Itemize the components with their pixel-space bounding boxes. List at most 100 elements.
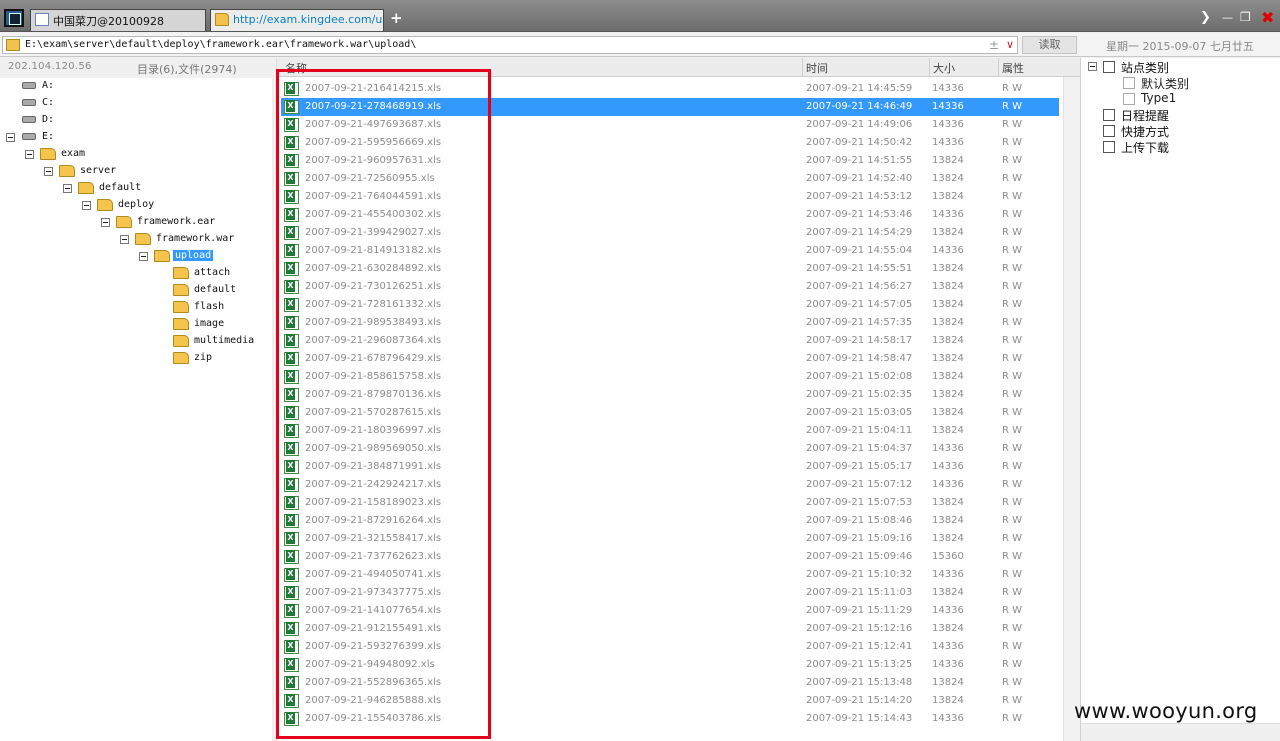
file-row[interactable]: 2007-09-21-737762623.xls 2007-09-21 15:09… xyxy=(281,548,1059,566)
collapse-toggle-icon[interactable] xyxy=(6,133,15,142)
chevron-right-icon[interactable]: ❯ xyxy=(1200,10,1211,25)
plus-minus-icon[interactable]: ± xyxy=(989,38,999,52)
excel-file-icon xyxy=(284,586,299,600)
close-icon[interactable]: ✖ xyxy=(1261,8,1274,27)
excel-file-icon xyxy=(284,154,299,168)
file-row[interactable]: 2007-09-21-989569050.xls 2007-09-21 15:04… xyxy=(281,440,1059,458)
file-row[interactable]: 2007-09-21-384871991.xls 2007-09-21 15:05… xyxy=(281,458,1059,476)
file-row[interactable]: 2007-09-21-989538493.xls 2007-09-21 14:57… xyxy=(281,314,1059,332)
path-input[interactable]: E:\exam\server\default\deploy\framework.… xyxy=(2,36,1018,54)
file-row[interactable]: 2007-09-21-242924217.xls 2007-09-21 15:07… xyxy=(281,476,1059,494)
file-row[interactable]: 2007-09-21-593276399.xls 2007-09-21 15:12… xyxy=(281,638,1059,656)
file-attr: R W xyxy=(1002,497,1023,508)
file-row[interactable]: 2007-09-21-595956669.xls 2007-09-21 14:50… xyxy=(281,134,1059,152)
file-attr: R W xyxy=(1002,425,1023,436)
collapse-toggle-icon[interactable] xyxy=(1088,62,1097,71)
file-name: 2007-09-21-737762623.xls xyxy=(305,551,442,562)
file-row[interactable]: 2007-09-21-946285888.xls 2007-09-21 15:14… xyxy=(281,692,1059,710)
file-size: 15360 xyxy=(932,551,964,562)
file-row[interactable]: 2007-09-21-141077654.xls 2007-09-21 15:11… xyxy=(281,602,1059,620)
column-header-size[interactable]: 大小 xyxy=(933,60,955,76)
file-row[interactable]: 2007-09-21-455400302.xls 2007-09-21 14:53… xyxy=(281,206,1059,224)
file-name: 2007-09-21-72560955.xls xyxy=(305,173,435,184)
chevron-down-icon[interactable]: ∨ xyxy=(1006,38,1014,51)
column-header-attr[interactable]: 属性 xyxy=(1002,60,1024,76)
tree-node-label: deploy xyxy=(118,199,155,210)
file-name: 2007-09-21-728161332.xls xyxy=(305,299,442,310)
file-row[interactable]: 2007-09-21-180396997.xls 2007-09-21 15:04… xyxy=(281,422,1059,440)
file-attr: R W xyxy=(1002,677,1023,688)
file-row[interactable]: 2007-09-21-497693687.xls 2007-09-21 14:49… xyxy=(281,116,1059,134)
file-attr: R W xyxy=(1002,641,1023,652)
file-row[interactable]: 2007-09-21-216414215.xls 2007-09-21 14:45… xyxy=(281,80,1059,98)
tab-bar: 中国菜刀@20100928 http://exam.kingdee.com/up… xyxy=(0,0,1280,32)
file-name: 2007-09-21-180396997.xls xyxy=(305,425,442,436)
file-attr: R W xyxy=(1002,227,1023,238)
file-attr: R W xyxy=(1002,263,1023,274)
column-divider[interactable] xyxy=(929,58,930,77)
column-divider[interactable] xyxy=(802,58,803,77)
file-row[interactable]: 2007-09-21-494050741.xls 2007-09-21 15:10… xyxy=(281,566,1059,584)
file-size: 14336 xyxy=(932,245,964,256)
file-time: 2007-09-21 15:11:03 xyxy=(806,587,913,598)
file-row[interactable]: 2007-09-21-570287615.xls 2007-09-21 15:03… xyxy=(281,404,1059,422)
file-row[interactable]: 2007-09-21-912155491.xls 2007-09-21 15:12… xyxy=(281,620,1059,638)
file-row[interactable]: 2007-09-21-399429027.xls 2007-09-21 14:54… xyxy=(281,224,1059,242)
column-divider[interactable] xyxy=(998,58,999,77)
file-row[interactable]: 2007-09-21-94948092.xls 2007-09-21 15:13:… xyxy=(281,656,1059,674)
new-tab-icon[interactable]: + xyxy=(390,9,403,27)
file-row[interactable]: 2007-09-21-858615758.xls 2007-09-21 15:02… xyxy=(281,368,1059,386)
file-row[interactable]: 2007-09-21-321558417.xls 2007-09-21 15:09… xyxy=(281,530,1059,548)
file-row[interactable]: 2007-09-21-552896365.xls 2007-09-21 15:13… xyxy=(281,674,1059,692)
file-name: 2007-09-21-94948092.xls xyxy=(305,659,435,670)
collapse-toggle-icon[interactable] xyxy=(44,167,53,176)
file-row[interactable]: 2007-09-21-630284892.xls 2007-09-21 14:55… xyxy=(281,260,1059,278)
tab-file-manager[interactable]: http://exam.kingdee.com/upl... xyxy=(210,9,384,31)
file-row[interactable]: 2007-09-21-960957631.xls 2007-09-21 14:51… xyxy=(281,152,1059,170)
file-row[interactable]: 2007-09-21-872916264.xls 2007-09-21 15:08… xyxy=(281,512,1059,530)
file-row[interactable]: 2007-09-21-278468919.xls 2007-09-21 14:46… xyxy=(281,98,1059,116)
file-row[interactable]: 2007-09-21-879870136.xls 2007-09-21 15:02… xyxy=(281,386,1059,404)
tab-label: http://exam.kingdee.com/upl... xyxy=(233,13,383,26)
file-row[interactable]: 2007-09-21-973437775.xls 2007-09-21 15:11… xyxy=(281,584,1059,602)
horizontal-scrollbar[interactable] xyxy=(1081,723,1280,741)
file-name: 2007-09-21-278468919.xls xyxy=(305,101,442,112)
vertical-scrollbar[interactable] xyxy=(1063,77,1080,741)
minimize-icon[interactable]: — xyxy=(1222,11,1233,24)
tree-node-label: framework.ear xyxy=(137,216,216,227)
file-row[interactable]: 2007-09-21-155403786.xls 2007-09-21 15:14… xyxy=(281,710,1059,728)
file-size: 13824 xyxy=(932,623,964,634)
file-name: 2007-09-21-141077654.xls xyxy=(305,605,442,616)
excel-file-icon xyxy=(284,370,299,384)
file-row[interactable]: 2007-09-21-158189023.xls 2007-09-21 15:07… xyxy=(281,494,1059,512)
restore-icon[interactable]: ❐ xyxy=(1240,10,1251,24)
file-row[interactable]: 2007-09-21-764044591.xls 2007-09-21 14:53… xyxy=(281,188,1059,206)
file-row[interactable]: 2007-09-21-72560955.xls 2007-09-21 14:52:… xyxy=(281,170,1059,188)
collapse-toggle-icon[interactable] xyxy=(101,218,110,227)
page-icon xyxy=(35,13,49,26)
file-row[interactable]: 2007-09-21-296087364.xls 2007-09-21 14:58… xyxy=(281,332,1059,350)
file-name: 2007-09-21-497693687.xls xyxy=(305,119,442,130)
file-row[interactable]: 2007-09-21-814913182.xls 2007-09-21 14:55… xyxy=(281,242,1059,260)
app-menu-icon[interactable] xyxy=(4,9,24,27)
file-row[interactable]: 2007-09-21-728161332.xls 2007-09-21 14:57… xyxy=(281,296,1059,314)
file-size: 14336 xyxy=(932,101,964,112)
file-time: 2007-09-21 14:55:04 xyxy=(806,245,913,256)
collapse-toggle-icon[interactable] xyxy=(82,201,91,210)
drive-icon xyxy=(22,116,36,123)
file-row[interactable]: 2007-09-21-730126251.xls 2007-09-21 14:56… xyxy=(281,278,1059,296)
file-time: 2007-09-21 15:02:35 xyxy=(806,389,913,400)
collapse-toggle-icon[interactable] xyxy=(139,252,148,261)
tree-node-label: A: xyxy=(42,80,55,91)
collapse-toggle-icon[interactable] xyxy=(63,184,72,193)
collapse-toggle-icon[interactable] xyxy=(25,150,34,159)
tab-caidao[interactable]: 中国菜刀@20100928 xyxy=(30,9,206,31)
collapse-toggle-icon[interactable] xyxy=(120,235,129,244)
file-size: 14336 xyxy=(932,605,964,616)
file-size: 13824 xyxy=(932,425,964,436)
read-button[interactable]: 读取 xyxy=(1022,36,1077,54)
file-row[interactable]: 2007-09-21-678796429.xls 2007-09-21 14:58… xyxy=(281,350,1059,368)
column-header-name[interactable]: 名称 xyxy=(285,60,307,76)
column-header-time[interactable]: 时间 xyxy=(806,60,828,76)
excel-file-icon xyxy=(284,262,299,276)
